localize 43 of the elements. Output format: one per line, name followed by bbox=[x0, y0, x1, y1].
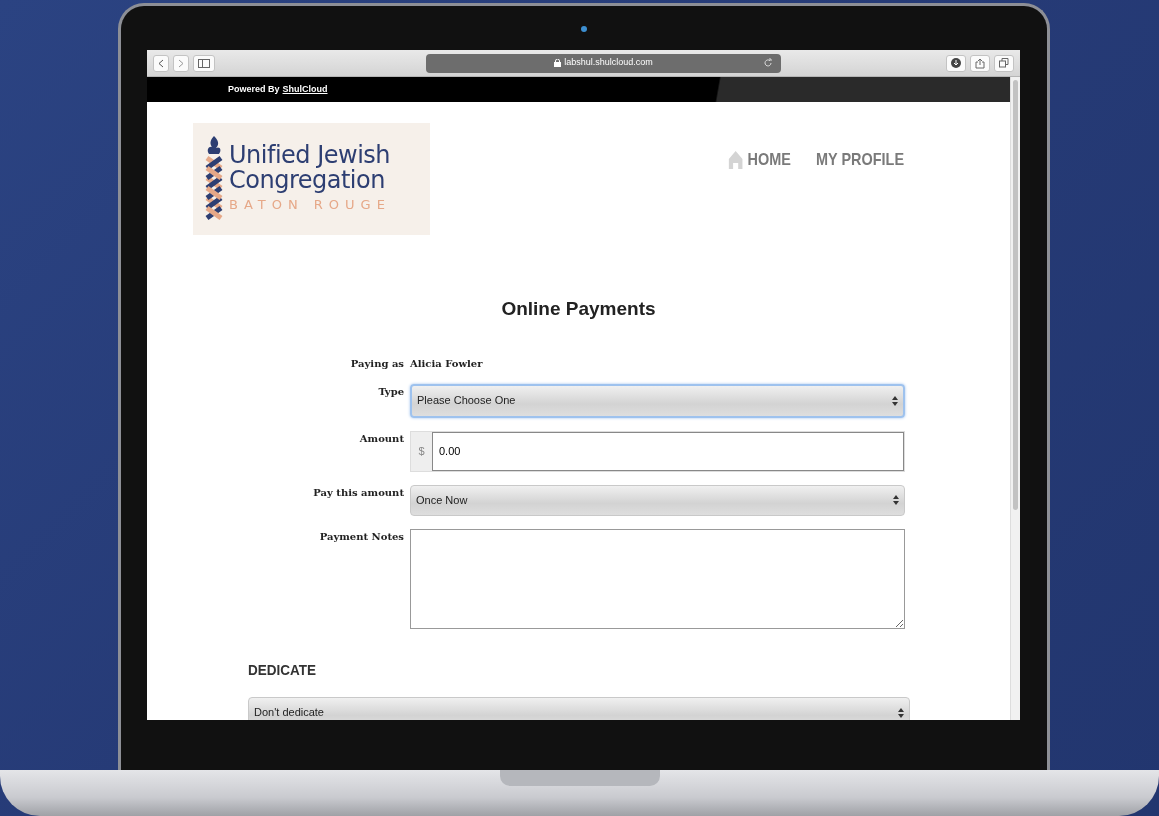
amount-field[interactable]: 0.00 bbox=[432, 431, 904, 471]
house-icon bbox=[728, 150, 744, 170]
page-title: Online Payments bbox=[500, 297, 657, 321]
url-text: labshul.shulcloud.com bbox=[564, 56, 653, 70]
share-icon bbox=[975, 57, 985, 69]
sidebar-button[interactable] bbox=[193, 54, 215, 72]
scrollbar[interactable] bbox=[1010, 77, 1020, 720]
field-label: Payment Notes bbox=[318, 529, 405, 544]
address-bar[interactable]: labshul.shulcloud.com bbox=[426, 53, 781, 73]
updown-arrows-icon bbox=[898, 707, 904, 718]
field-label: Pay this amount bbox=[312, 485, 405, 500]
reload-icon[interactable] bbox=[763, 57, 773, 68]
currency-prefix: $ bbox=[411, 431, 432, 471]
payer-name: Alicia Fowler bbox=[410, 356, 484, 371]
updown-arrows-icon bbox=[893, 495, 899, 505]
updown-arrows-icon bbox=[892, 395, 898, 406]
camera-dot bbox=[580, 26, 587, 32]
sidebar-icon bbox=[198, 58, 210, 68]
back-icon bbox=[158, 58, 164, 68]
logo-text: Congregation bbox=[229, 168, 385, 194]
field-label: Paying as bbox=[349, 356, 405, 371]
forward-button[interactable] bbox=[173, 54, 189, 72]
notes-field[interactable] bbox=[410, 528, 905, 629]
select-field[interactable]: Once Now bbox=[410, 484, 905, 516]
select-field[interactable]: Please Choose One bbox=[410, 383, 905, 418]
powered-by-text: Powered By bbox=[228, 82, 280, 96]
download-button[interactable] bbox=[946, 54, 966, 72]
dedicate-select[interactable]: Don't dedicate bbox=[248, 697, 910, 720]
home-link[interactable]: HOME bbox=[728, 147, 792, 173]
shulcloud-link[interactable]: ShulCloud bbox=[282, 82, 328, 97]
tabs-icon bbox=[999, 58, 1009, 68]
tabs-button[interactable] bbox=[994, 54, 1014, 72]
lock-icon bbox=[554, 59, 562, 67]
nav-link[interactable]: MY PROFILE bbox=[816, 147, 905, 173]
back-button[interactable] bbox=[153, 54, 169, 72]
field-label: Amount bbox=[358, 431, 405, 446]
logo-subtitle: BATON ROUGE bbox=[229, 196, 391, 215]
forward-icon bbox=[178, 58, 184, 68]
download-icon bbox=[951, 58, 961, 68]
logo-text: Unified Jewish bbox=[229, 143, 391, 169]
section-heading: DEDICATE bbox=[248, 659, 317, 680]
field-label: Type bbox=[377, 384, 405, 399]
scrollbar-thumb[interactable] bbox=[1013, 80, 1018, 510]
